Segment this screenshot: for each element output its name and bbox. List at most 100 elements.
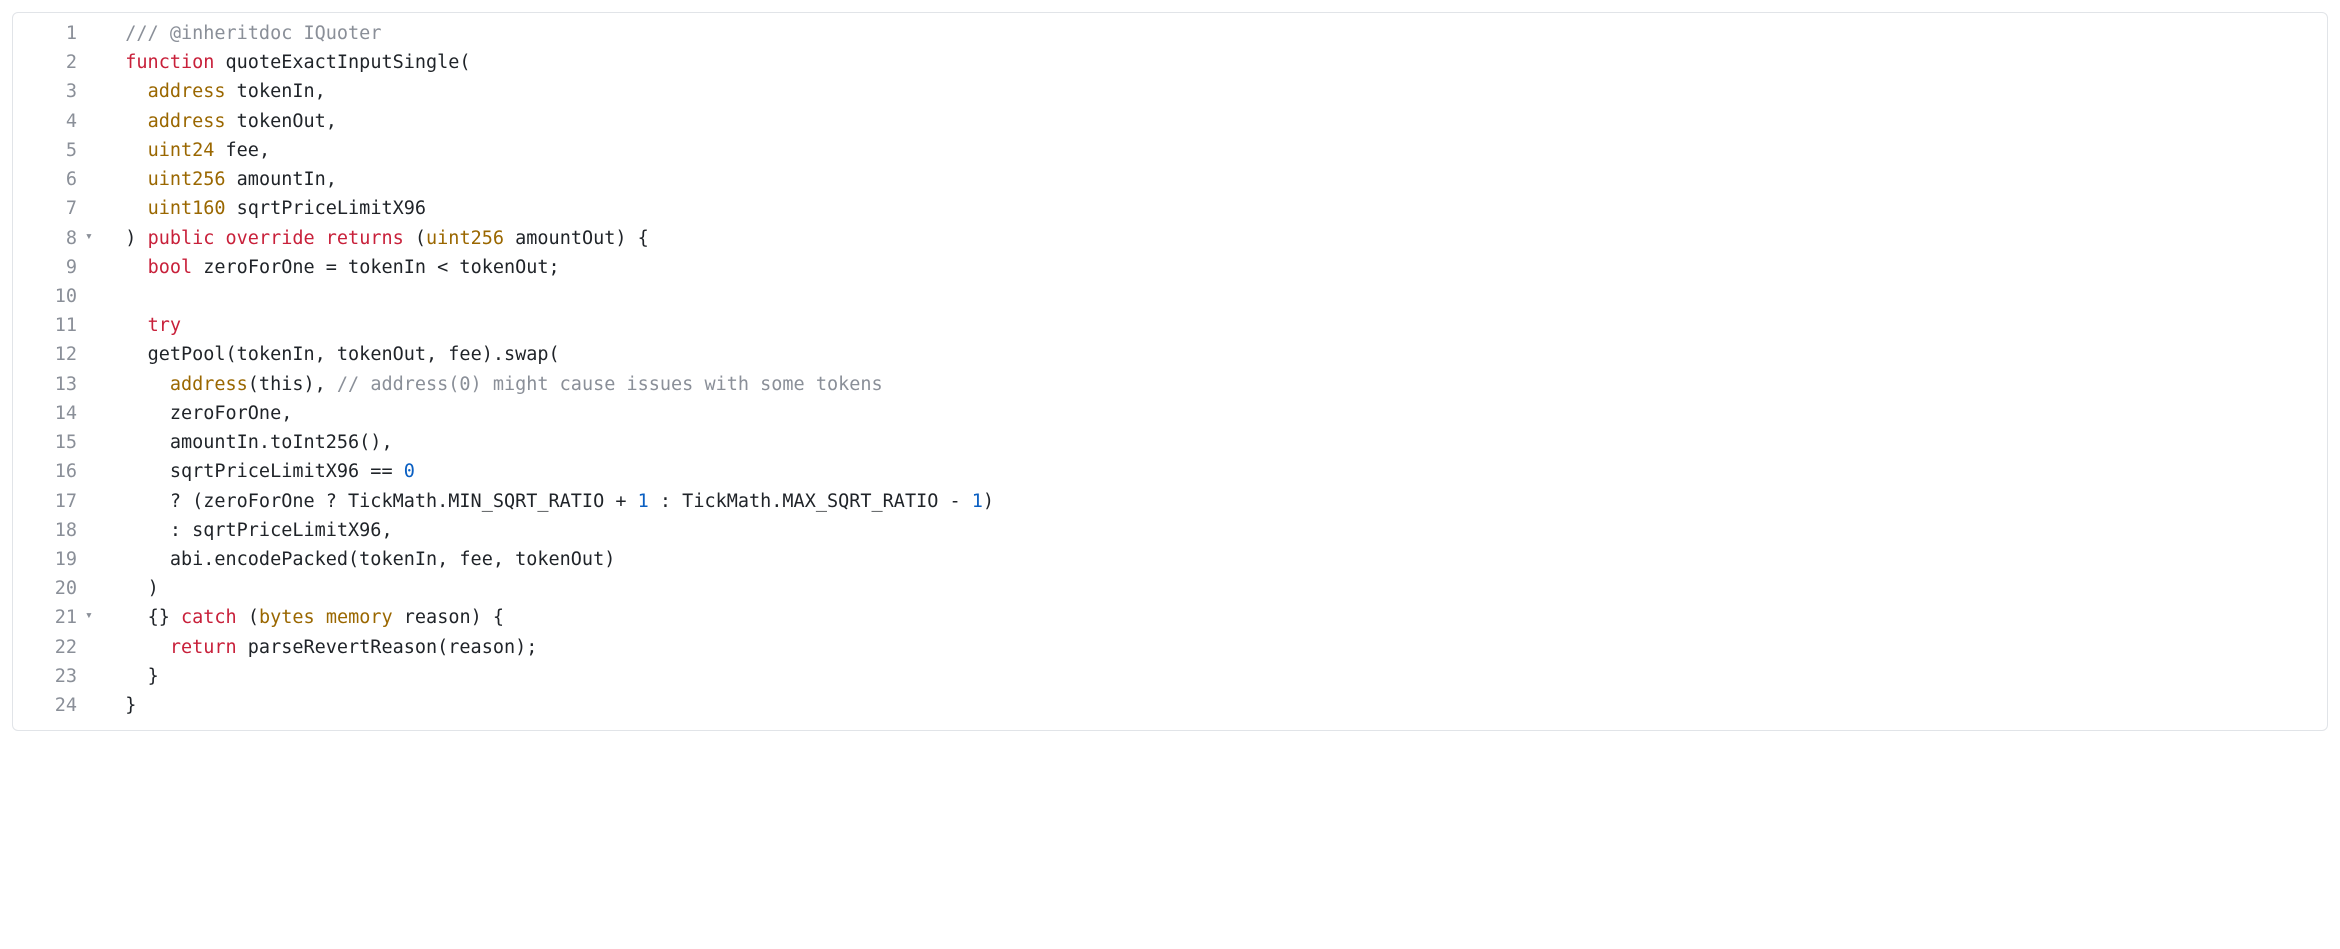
fold-gutter <box>85 370 103 373</box>
code-token: abi.encodePacked(tokenIn, fee, tokenOut) <box>170 549 616 570</box>
code-token: amountIn.toInt256(), <box>170 432 393 453</box>
fold-gutter <box>85 136 103 139</box>
code-line: 14 zeroForOne, <box>13 399 2327 428</box>
code-line: 18 : sqrtPriceLimitX96, <box>13 516 2327 545</box>
code-token: uint160 <box>148 198 226 219</box>
code-token: amountOut) { <box>504 228 649 249</box>
code-line: 15 amountIn.toInt256(), <box>13 428 2327 457</box>
code-content: uint256 amountIn, <box>103 165 2327 194</box>
code-token: ) <box>983 491 994 512</box>
code-token: tokenOut, <box>226 111 337 132</box>
line-number: 14 <box>13 399 85 428</box>
line-number: 7 <box>13 194 85 223</box>
code-token: } <box>148 666 159 687</box>
code-token: uint256 <box>426 228 504 249</box>
code-content: ? (zeroForOne ? TickMath.MIN_SQRT_RATIO … <box>103 487 2327 516</box>
code-block: 1 /// @inheritdoc IQuoter2 function quot… <box>12 12 2328 731</box>
code-line: 8▾ ) public override returns (uint256 am… <box>13 224 2327 253</box>
fold-gutter <box>85 574 103 577</box>
line-number: 19 <box>13 545 85 574</box>
code-token: sqrtPriceLimitX96 <box>226 198 426 219</box>
fold-gutter <box>85 282 103 285</box>
fold-gutter <box>85 516 103 519</box>
line-number: 8 <box>13 224 85 253</box>
code-token: catch <box>181 607 237 628</box>
fold-gutter <box>85 399 103 402</box>
fold-gutter <box>85 487 103 490</box>
code-token: address <box>170 374 248 395</box>
code-content: ) <box>103 574 2327 603</box>
code-token: ) <box>125 228 147 249</box>
code-content: bool zeroForOne = tokenIn < tokenOut; <box>103 253 2327 282</box>
code-token: /// @inheritdoc IQuoter <box>125 23 381 44</box>
code-line: 5 uint24 fee, <box>13 136 2327 165</box>
code-content: zeroForOne, <box>103 399 2327 428</box>
fold-gutter <box>85 691 103 694</box>
code-token: address <box>148 111 226 132</box>
code-content: function quoteExactInputSingle( <box>103 48 2327 77</box>
fold-gutter <box>85 428 103 431</box>
code-token: bytes <box>259 607 315 628</box>
code-line: 23 } <box>13 662 2327 691</box>
line-number: 12 <box>13 340 85 369</box>
code-token: fee, <box>214 140 270 161</box>
code-line: 22 return parseRevertReason(reason); <box>13 633 2327 662</box>
fold-gutter <box>85 165 103 168</box>
code-token <box>315 607 326 628</box>
code-token: public <box>148 228 215 249</box>
fold-gutter <box>85 107 103 110</box>
code-token <box>214 228 225 249</box>
code-content: uint24 fee, <box>103 136 2327 165</box>
code-token: reason) { <box>393 607 504 628</box>
code-content: : sqrtPriceLimitX96, <box>103 516 2327 545</box>
code-line: 13 address(this), // address(0) might ca… <box>13 370 2327 399</box>
code-line: 4 address tokenOut, <box>13 107 2327 136</box>
code-token: memory <box>326 607 393 628</box>
fold-gutter <box>85 545 103 548</box>
code-line: 2 function quoteExactInputSingle( <box>13 48 2327 77</box>
line-number: 4 <box>13 107 85 136</box>
line-number: 5 <box>13 136 85 165</box>
line-number: 23 <box>13 662 85 691</box>
code-token: : sqrtPriceLimitX96, <box>170 520 393 541</box>
fold-gutter[interactable]: ▾ <box>85 603 103 627</box>
line-number: 9 <box>13 253 85 282</box>
code-token: (this), <box>248 374 337 395</box>
code-content: address tokenIn, <box>103 77 2327 106</box>
code-content: /// @inheritdoc IQuoter <box>103 19 2327 48</box>
line-number: 3 <box>13 77 85 106</box>
code-token: sqrtPriceLimitX96 == <box>170 461 404 482</box>
code-content: try <box>103 311 2327 340</box>
fold-gutter <box>85 194 103 197</box>
code-token: ? (zeroForOne ? TickMath.MIN_SQRT_RATIO … <box>170 491 638 512</box>
code-token: ( <box>237 607 259 628</box>
code-token: override <box>226 228 315 249</box>
code-line: 20 ) <box>13 574 2327 603</box>
line-number: 13 <box>13 370 85 399</box>
code-token: parseRevertReason(reason); <box>237 637 538 658</box>
fold-gutter <box>85 253 103 256</box>
code-content: } <box>103 662 2327 691</box>
code-token: amountIn, <box>226 169 337 190</box>
code-content: {} catch (bytes memory reason) { <box>103 603 2327 632</box>
code-token: zeroForOne = tokenIn < tokenOut; <box>192 257 560 278</box>
code-token: ) <box>148 578 159 599</box>
fold-gutter <box>85 633 103 636</box>
code-token: } <box>125 695 136 716</box>
line-number: 6 <box>13 165 85 194</box>
code-token: // address(0) might cause issues with so… <box>337 374 883 395</box>
fold-gutter[interactable]: ▾ <box>85 224 103 248</box>
code-token: zeroForOne, <box>170 403 293 424</box>
line-number: 22 <box>13 633 85 662</box>
code-line: 10 <box>13 282 2327 311</box>
line-number: 16 <box>13 457 85 486</box>
code-line: 1 /// @inheritdoc IQuoter <box>13 19 2327 48</box>
code-line: 9 bool zeroForOne = tokenIn < tokenOut; <box>13 253 2327 282</box>
code-line: 6 uint256 amountIn, <box>13 165 2327 194</box>
line-number: 18 <box>13 516 85 545</box>
code-content: ) public override returns (uint256 amoun… <box>103 224 2327 253</box>
code-line: 19 abi.encodePacked(tokenIn, fee, tokenO… <box>13 545 2327 574</box>
line-number: 15 <box>13 428 85 457</box>
code-token: ( <box>404 228 426 249</box>
line-number: 11 <box>13 311 85 340</box>
